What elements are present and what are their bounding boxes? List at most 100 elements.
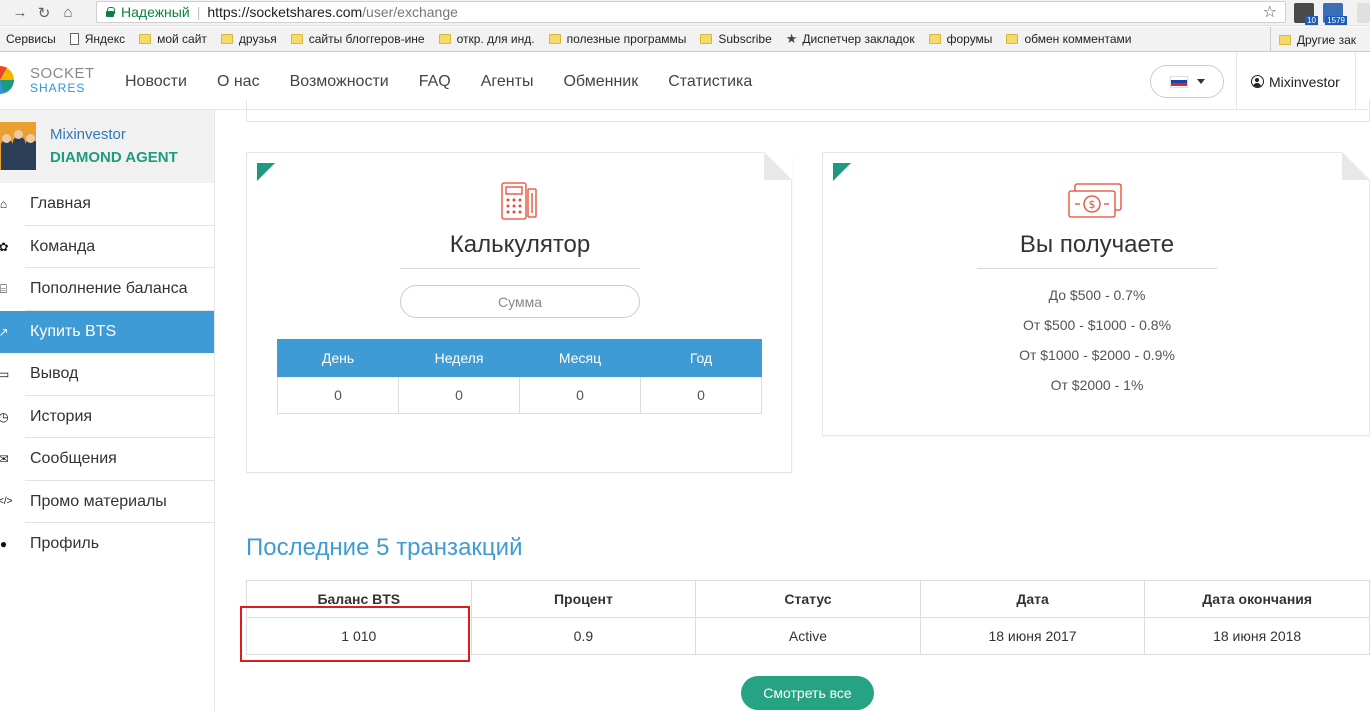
bookmark-item[interactable]: ★ Диспетчер закладок [786,31,915,47]
browser-toolbar: → ↻ ⌂ Надежный | https://socketshares.co… [0,0,1370,26]
sidebar-item-promo[interactable]: </> Промо материалы [0,481,214,523]
receive-title: Вы получаете [1019,231,1175,258]
sidebar-item-messages[interactable]: ✉ Сообщения [0,438,214,481]
caret-down-icon [1196,79,1205,84]
language-dropdown[interactable] [1150,65,1224,98]
rate-item: От $1000 - $2000 - 0.9% [1019,347,1175,363]
cell-status: Active [695,617,921,655]
value-year: 0 [640,376,762,414]
bookmark-item[interactable]: Сервисы [6,32,56,46]
extension-icon[interactable]: 10 [1294,3,1318,25]
code-icon: </> [0,496,13,508]
bookmark-folder[interactable]: друзья [220,32,277,46]
nav-exchange[interactable]: Обменник [563,73,638,91]
bookmark-folder[interactable]: Subscribe [700,32,772,46]
nav-about[interactable]: О нас [217,73,260,91]
value-month: 0 [519,376,641,414]
view-all-button[interactable]: Смотреть все [741,676,874,710]
bookmark-folder[interactable]: сайты блоггеров-ине [290,32,425,46]
sidebar-item-home[interactable]: ⌂ Главная [0,183,214,226]
sidebar-item-deposit[interactable]: ⌸ Пополнение баланса [0,268,214,311]
bookmark-folder[interactable]: форумы [928,32,992,46]
logo-icon[interactable] [0,63,24,97]
title-underline [400,268,640,269]
sidebar: Mixinvestor DIAMOND AGENT ⌂ Главная ✿ Ко… [0,110,215,711]
calculator-card: Калькулятор День Неделя Месяц Год 0 0 0 … [246,152,792,473]
col-percent: Процент [470,580,697,618]
page-icon [69,33,79,45]
folder-icon [1006,34,1019,44]
secure-label: Надежный [121,4,190,20]
annotation-highlight-box [240,606,470,662]
folder-icon [700,34,713,44]
rate-item: От $500 - $1000 - 0.8% [1022,317,1172,333]
col-year: Год [640,339,762,377]
title-underline [977,268,1217,269]
star-icon: ★ [785,31,798,46]
table-row: 0 0 0 0 [277,376,762,414]
user-icon: ● [0,537,8,552]
folder-icon [438,34,451,44]
sidebar-item-team[interactable]: ✿ Команда [0,226,214,268]
value-week: 0 [398,376,520,414]
cell-date: 18 июня 2017 [919,617,1146,655]
profile-rank: DIAMOND AGENT [50,149,178,166]
col-end-date: Дата окончания [1144,580,1370,618]
card-fold [1342,152,1370,180]
top-card-edge [246,100,1370,122]
cell-end-date: 18 июня 2018 [1144,617,1370,655]
nav-agents[interactable]: Агенты [481,73,534,91]
card-icon: ▭ [0,367,10,382]
main-content: Калькулятор День Неделя Месяц Год 0 0 0 … [216,100,1370,711]
bookmark-folder[interactable]: полезные программы [548,32,686,46]
home-icon: ⌂ [0,197,8,212]
reload-icon[interactable]: ↻ [32,1,56,25]
bookmark-star-icon[interactable]: ☆ [1263,2,1277,22]
home-icon[interactable]: ⌂ [56,1,80,25]
user-name: Mixinvestor [1269,73,1340,90]
svg-text:$: $ [1089,198,1096,211]
extension-icon[interactable]: 1579 [1323,3,1347,25]
cell-percent: 0.9 [470,617,697,655]
sidebar-item-withdraw[interactable]: ▭ Вывод [0,353,214,396]
folder-icon [1278,34,1291,45]
sidebar-item-profile[interactable]: ● Профиль [0,523,214,566]
bookmark-folder[interactable]: откр. для инд. [438,32,535,46]
calculator-icon [501,182,537,220]
receive-card: $ Вы получаете До $500 - 0.7% От $500 - … [822,152,1370,436]
folder-icon [139,34,152,44]
rate-item: От $2000 - 1% [1050,377,1144,393]
bank-icon: ⌸ [0,281,8,296]
col-week: Неделя [398,339,520,377]
rate-item: До $500 - 0.7% [1048,287,1146,303]
col-status: Статус [695,580,921,618]
forward-icon[interactable]: → [8,1,32,25]
extension-icon[interactable] [1357,3,1370,23]
calculator-title: Калькулятор [449,231,591,258]
logo-text[interactable]: SOCKET SHARES [30,66,95,95]
nav-features[interactable]: Возможности [290,73,389,91]
url-text: https://socketshares.com/user/exchange [207,4,458,20]
bookmark-item[interactable]: Яндекс [69,32,125,46]
card-corner-marker [257,163,275,181]
bookmark-folder[interactable]: обмен комментами [1006,32,1131,46]
address-bar[interactable]: Надежный | https://socketshares.com/user… [96,1,1286,23]
card-corner-marker [833,163,851,181]
lock-icon [105,7,115,17]
sidebar-item-history[interactable]: ◷ История [0,396,214,438]
money-icon: $ [1068,183,1122,218]
amount-input[interactable] [400,285,640,318]
nav-news[interactable]: Новости [125,73,187,91]
nav-stats[interactable]: Статистика [668,73,752,91]
bookmark-folder[interactable]: мой сайт [139,32,207,46]
sidebar-profile: Mixinvestor DIAMOND AGENT [0,110,214,183]
transactions-title: Последние 5 транзакций [246,534,523,561]
envelope-icon: ✉ [0,452,9,467]
col-date: Дата [919,580,1146,618]
other-bookmarks[interactable]: Другие зак [1269,27,1356,51]
folder-icon [928,34,941,44]
sidebar-item-buy-bts[interactable]: ↗ Купить BTS [0,310,214,353]
folder-icon [548,34,561,44]
nav-faq[interactable]: FAQ [419,73,451,91]
folder-icon [290,34,303,44]
